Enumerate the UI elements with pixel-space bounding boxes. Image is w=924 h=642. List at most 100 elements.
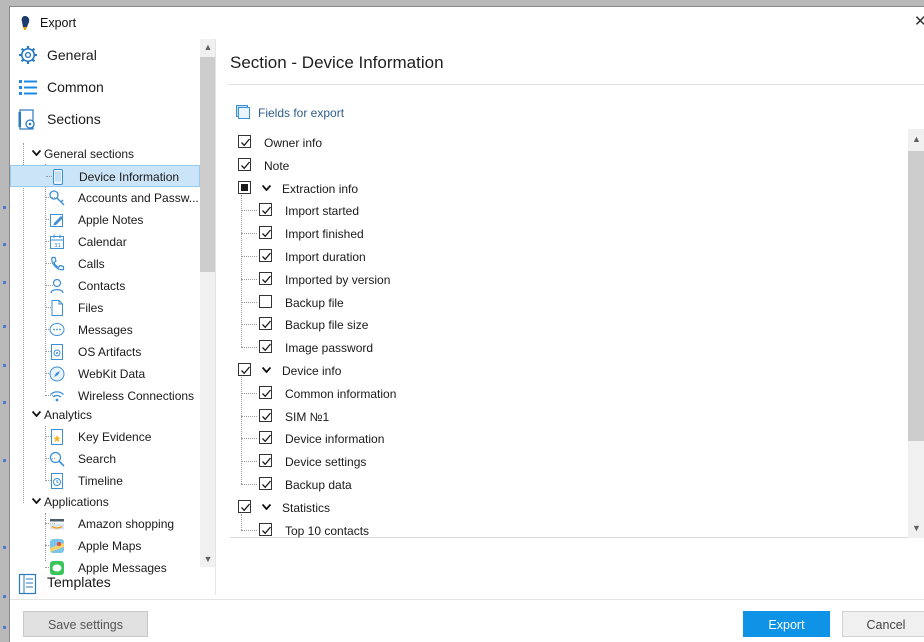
sidebar-scrollbar[interactable]: ▲ ▼ <box>200 39 215 567</box>
field-row-child[interactable]: Common information <box>230 382 900 404</box>
field-checkbox[interactable] <box>259 522 272 536</box>
sidebar-item-sections[interactable]: Sections <box>18 107 198 131</box>
tree-item-files[interactable]: Files <box>10 297 200 319</box>
field-label: Backup file size <box>285 318 369 333</box>
tree-item-apple-maps[interactable]: Apple Maps <box>10 535 200 557</box>
field-row-child[interactable]: Backup data <box>230 473 900 495</box>
scrollbar-thumb[interactable] <box>200 57 215 272</box>
fields-icon <box>236 105 250 119</box>
contact-icon <box>50 278 64 294</box>
field-row-child[interactable]: Top 10 contacts <box>230 519 900 541</box>
chevron-down-icon[interactable] <box>262 367 271 373</box>
field-row[interactable]: Device info <box>230 359 900 381</box>
templates-icon <box>18 573 37 595</box>
chevron-down-icon[interactable]: ▼ <box>200 551 215 567</box>
field-checkbox[interactable] <box>259 226 272 240</box>
chevron-down-icon[interactable] <box>262 184 271 191</box>
calendar-icon: 31 <box>50 234 64 249</box>
tree-item-device-information[interactable]: Device Information <box>10 165 200 187</box>
field-checkbox[interactable] <box>259 454 272 468</box>
field-row-child[interactable]: Imported by version <box>230 268 900 290</box>
tree-item-timeline[interactable]: Timeline <box>10 470 200 492</box>
save-settings-button[interactable]: Save settings <box>23 611 148 637</box>
field-row[interactable]: Statistics <box>230 496 900 518</box>
field-checkbox[interactable] <box>238 135 251 148</box>
tree-item-os-artifacts[interactable]: OS Artifacts <box>10 341 200 363</box>
field-row-child[interactable]: Backup file <box>230 291 900 313</box>
field-row-child[interactable]: Import duration <box>230 245 900 267</box>
tree-item-amazon[interactable]: Amazon shopping <box>10 513 200 535</box>
tree-item-search[interactable]: Search <box>10 448 200 470</box>
tree-item-apple-notes[interactable]: Apple Notes <box>10 209 200 231</box>
tree-item-contacts[interactable]: Contacts <box>10 275 200 297</box>
tree-item-webkit-data[interactable]: WebKit Data <box>10 363 200 385</box>
field-row-child[interactable]: SIM №1 <box>230 405 900 427</box>
field-checkbox[interactable] <box>259 408 272 422</box>
amazon-icon <box>50 519 64 530</box>
note-icon <box>50 214 63 227</box>
tree-item-key-evidence[interactable]: Key Evidence <box>10 426 200 448</box>
cancel-button[interactable]: Cancel <box>842 611 924 637</box>
sidebar-item-label: Common <box>47 79 104 95</box>
field-label: SIM №1 <box>285 409 330 424</box>
export-button[interactable]: Export <box>743 611 830 637</box>
sidebar-item-common[interactable]: Common <box>18 75 198 99</box>
field-checkbox[interactable] <box>259 317 272 331</box>
field-row-child[interactable]: Device settings <box>230 450 900 472</box>
phone-call-icon <box>51 256 65 271</box>
chevron-up-icon[interactable]: ▲ <box>200 39 215 55</box>
field-row-child[interactable]: Import finished <box>230 222 900 244</box>
field-row-child[interactable]: Image password <box>230 336 900 358</box>
tree-item-calls[interactable]: Calls <box>10 253 200 275</box>
field-row-child[interactable]: Backup file size <box>230 313 900 335</box>
chevron-up-icon[interactable]: ▲ <box>908 131 924 147</box>
field-checkbox[interactable] <box>238 180 251 194</box>
field-row[interactable]: Extraction info <box>230 177 900 199</box>
maps-icon <box>50 539 64 553</box>
field-checkbox[interactable] <box>259 271 272 285</box>
key-icon <box>49 190 65 206</box>
tree-item-wireless[interactable]: Wireless Connections <box>10 385 200 407</box>
chevron-down-icon <box>32 498 41 504</box>
phone-icon <box>53 169 63 185</box>
field-label: Owner info <box>264 136 323 150</box>
close-icon[interactable]: ✕ <box>914 14 924 30</box>
field-label: Imported by version <box>285 272 391 287</box>
field-row[interactable]: Note <box>230 154 900 176</box>
field-checkbox[interactable] <box>238 363 251 376</box>
tree-connector <box>241 194 242 348</box>
scrollbar-thumb[interactable] <box>908 151 924 441</box>
field-row-child[interactable]: Import started <box>230 199 900 221</box>
field-row-child[interactable]: Device information <box>230 427 900 449</box>
field-checkbox[interactable] <box>238 499 251 513</box>
window-title: Export <box>40 16 77 30</box>
sidebar-item-general[interactable]: General <box>18 43 198 67</box>
tree-item-calendar[interactable]: 31 Calendar <box>10 231 200 253</box>
sidebar: General Common Sections General sections… <box>10 39 216 595</box>
field-checkbox[interactable] <box>259 203 272 217</box>
field-checkbox[interactable] <box>259 431 272 445</box>
tree-connector <box>241 377 242 484</box>
export-dialog: Export ✕ General Common Sections General… <box>9 6 924 642</box>
chevron-down-icon[interactable]: ▼ <box>908 520 924 536</box>
field-label: Backup data <box>285 478 352 492</box>
chevron-down-icon[interactable] <box>262 503 271 510</box>
field-checkbox[interactable] <box>238 157 251 171</box>
fields-scrollbar[interactable]: ▲ ▼ <box>908 129 924 538</box>
tree-item-messages[interactable]: Messages <box>10 319 200 341</box>
field-checkbox[interactable] <box>259 385 272 399</box>
field-row[interactable]: Owner info <box>230 131 900 153</box>
sidebar-item-label: Sections <box>47 111 101 127</box>
field-checkbox[interactable] <box>259 477 272 490</box>
title-bar: Export ✕ <box>10 7 924 39</box>
tree-item-accounts[interactable]: Accounts and Passw... <box>10 187 200 209</box>
field-label: Import finished <box>285 227 364 242</box>
field-checkbox[interactable] <box>259 340 272 354</box>
field-checkbox[interactable] <box>259 294 272 308</box>
star-doc-icon <box>51 429 63 445</box>
footer-divider <box>10 599 924 600</box>
message-icon <box>49 323 65 336</box>
field-label: Device settings <box>285 455 367 470</box>
sidebar-item-label: General <box>47 47 97 63</box>
field-checkbox[interactable] <box>259 249 272 262</box>
